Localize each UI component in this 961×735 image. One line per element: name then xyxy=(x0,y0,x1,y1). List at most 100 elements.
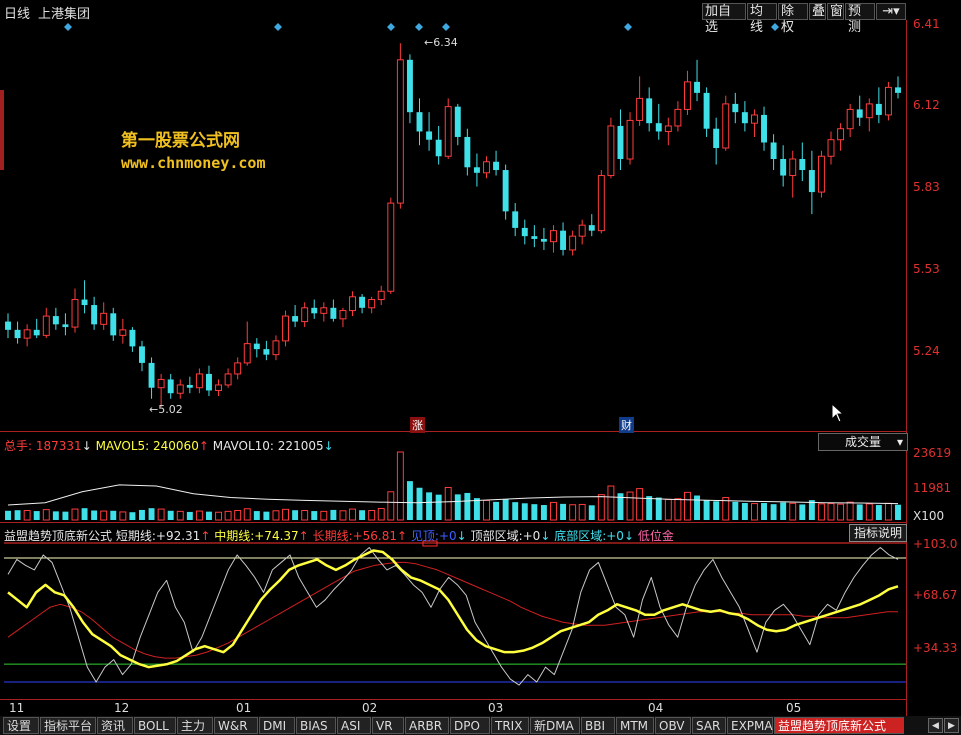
volume-bar xyxy=(396,451,404,521)
tab-20[interactable]: 益盟趋势顶底新公式 xyxy=(774,717,904,734)
low-gold-label: 低位金 xyxy=(637,529,674,543)
x-tick: 05 xyxy=(786,701,802,715)
volume-bar xyxy=(311,511,318,520)
volume-bar xyxy=(837,503,845,521)
volume-bar xyxy=(846,501,854,521)
total-volume-value: 187331 xyxy=(35,439,82,453)
volume-bar xyxy=(139,509,145,520)
volume-bar xyxy=(129,512,136,520)
candle-body xyxy=(148,362,155,388)
volume-bar xyxy=(664,499,672,521)
finance-tag[interactable]: 财 xyxy=(619,417,634,433)
volume-bar xyxy=(531,504,538,520)
mavol-line xyxy=(7,484,899,506)
signal-diamond-icon xyxy=(274,23,282,31)
candle-body xyxy=(311,307,318,314)
candle-body xyxy=(368,299,376,309)
volume-bar xyxy=(597,494,605,521)
volume-bar xyxy=(473,498,480,520)
tab-16[interactable]: MTM xyxy=(616,717,654,734)
volume-bar xyxy=(349,508,356,521)
tab-10[interactable]: VR xyxy=(372,717,404,734)
volume-bar xyxy=(377,507,385,521)
candle-body xyxy=(215,384,223,391)
scroll-right-icon[interactable]: ▶ xyxy=(944,718,959,733)
tab-7[interactable]: DMI xyxy=(259,717,295,734)
tab-19[interactable]: EXPMA xyxy=(727,717,773,734)
candle-body xyxy=(799,159,806,171)
arrow-down-icon: ↓ xyxy=(81,439,92,453)
top-signal-label: 见顶: xyxy=(410,529,439,543)
tab-4[interactable]: BOLL xyxy=(134,717,176,734)
tab-8[interactable]: BIAS xyxy=(296,717,336,734)
stock-chart[interactable] xyxy=(0,0,961,735)
volume-bar xyxy=(827,503,835,521)
tab-11[interactable]: ARBR xyxy=(405,717,449,734)
volume-bar xyxy=(62,511,69,520)
volume-bar xyxy=(110,510,117,520)
arrow-up-icon: ↑ xyxy=(198,439,209,453)
candle-body xyxy=(119,329,127,336)
candle-body xyxy=(493,161,500,171)
candle-body xyxy=(895,87,901,93)
candle-body xyxy=(761,114,767,143)
arrow-up-icon: ↑ xyxy=(397,529,408,543)
tab-17[interactable]: OBV xyxy=(655,717,691,734)
candle-body xyxy=(770,142,777,160)
candle-body xyxy=(62,324,69,328)
long-line-label: 长期线: xyxy=(312,529,353,543)
volume-bar xyxy=(119,511,127,521)
tab-9[interactable]: ASI xyxy=(337,717,371,734)
candle-body xyxy=(454,106,461,137)
volume-bar xyxy=(292,510,299,520)
candle-body xyxy=(597,175,605,232)
scroll-left-icon[interactable]: ◀ xyxy=(928,718,943,733)
tab-5[interactable]: 主力 xyxy=(177,717,213,734)
indicator-help-button[interactable]: 指标说明 xyxy=(849,524,907,542)
candle-body xyxy=(5,321,11,330)
candle-body xyxy=(206,373,212,391)
mouse-cursor-icon xyxy=(831,403,845,423)
volume-bar xyxy=(167,510,174,520)
tab-18[interactable]: SAR xyxy=(692,717,726,734)
volume-bar xyxy=(330,509,337,520)
x-tick: 01 xyxy=(236,701,252,715)
tab-14[interactable]: 新DMA xyxy=(530,717,580,734)
volume-bar xyxy=(320,510,328,521)
candle-body xyxy=(396,59,404,204)
tab-13[interactable]: TRIX xyxy=(491,717,529,734)
volume-bar xyxy=(444,486,452,521)
volume-bar xyxy=(741,503,748,520)
candle-body xyxy=(512,211,519,228)
tab-2[interactable]: 指标平台 xyxy=(40,717,96,734)
tab-6[interactable]: W&R xyxy=(214,717,258,734)
volume-bar xyxy=(780,502,787,520)
tab-15[interactable]: BBI xyxy=(581,717,615,734)
tab-12[interactable]: DPO xyxy=(450,717,490,734)
volume-bar xyxy=(817,503,825,521)
candle-body xyxy=(243,343,251,364)
volume-bar xyxy=(865,503,873,521)
tab-1[interactable]: 设置 xyxy=(3,717,39,734)
volume-bar xyxy=(33,511,40,520)
candle-body xyxy=(884,86,892,116)
low-price-annotation: ←5.02 xyxy=(149,403,183,416)
top-signal-value: +0 xyxy=(438,529,457,543)
candle-body xyxy=(808,170,815,193)
volume-bar xyxy=(713,501,720,520)
indicator-selector[interactable]: 成交量 ▾ xyxy=(818,433,908,451)
candle-body xyxy=(224,373,232,386)
tab-3[interactable]: 资讯 xyxy=(97,717,133,734)
candle-body xyxy=(81,299,88,306)
volume-bar xyxy=(454,494,461,520)
volume-bar xyxy=(253,511,260,520)
candle-body xyxy=(234,362,242,375)
volume-bar xyxy=(789,502,797,521)
bottom-zone-label: 底部区域: xyxy=(554,529,607,543)
volume-bar xyxy=(626,491,634,521)
candle-body xyxy=(703,92,710,129)
volume-bar xyxy=(884,502,892,521)
volume-bar xyxy=(5,510,11,520)
indicator-selector-value: 成交量 xyxy=(845,435,882,449)
limit-up-tag[interactable]: 涨 xyxy=(410,417,425,433)
